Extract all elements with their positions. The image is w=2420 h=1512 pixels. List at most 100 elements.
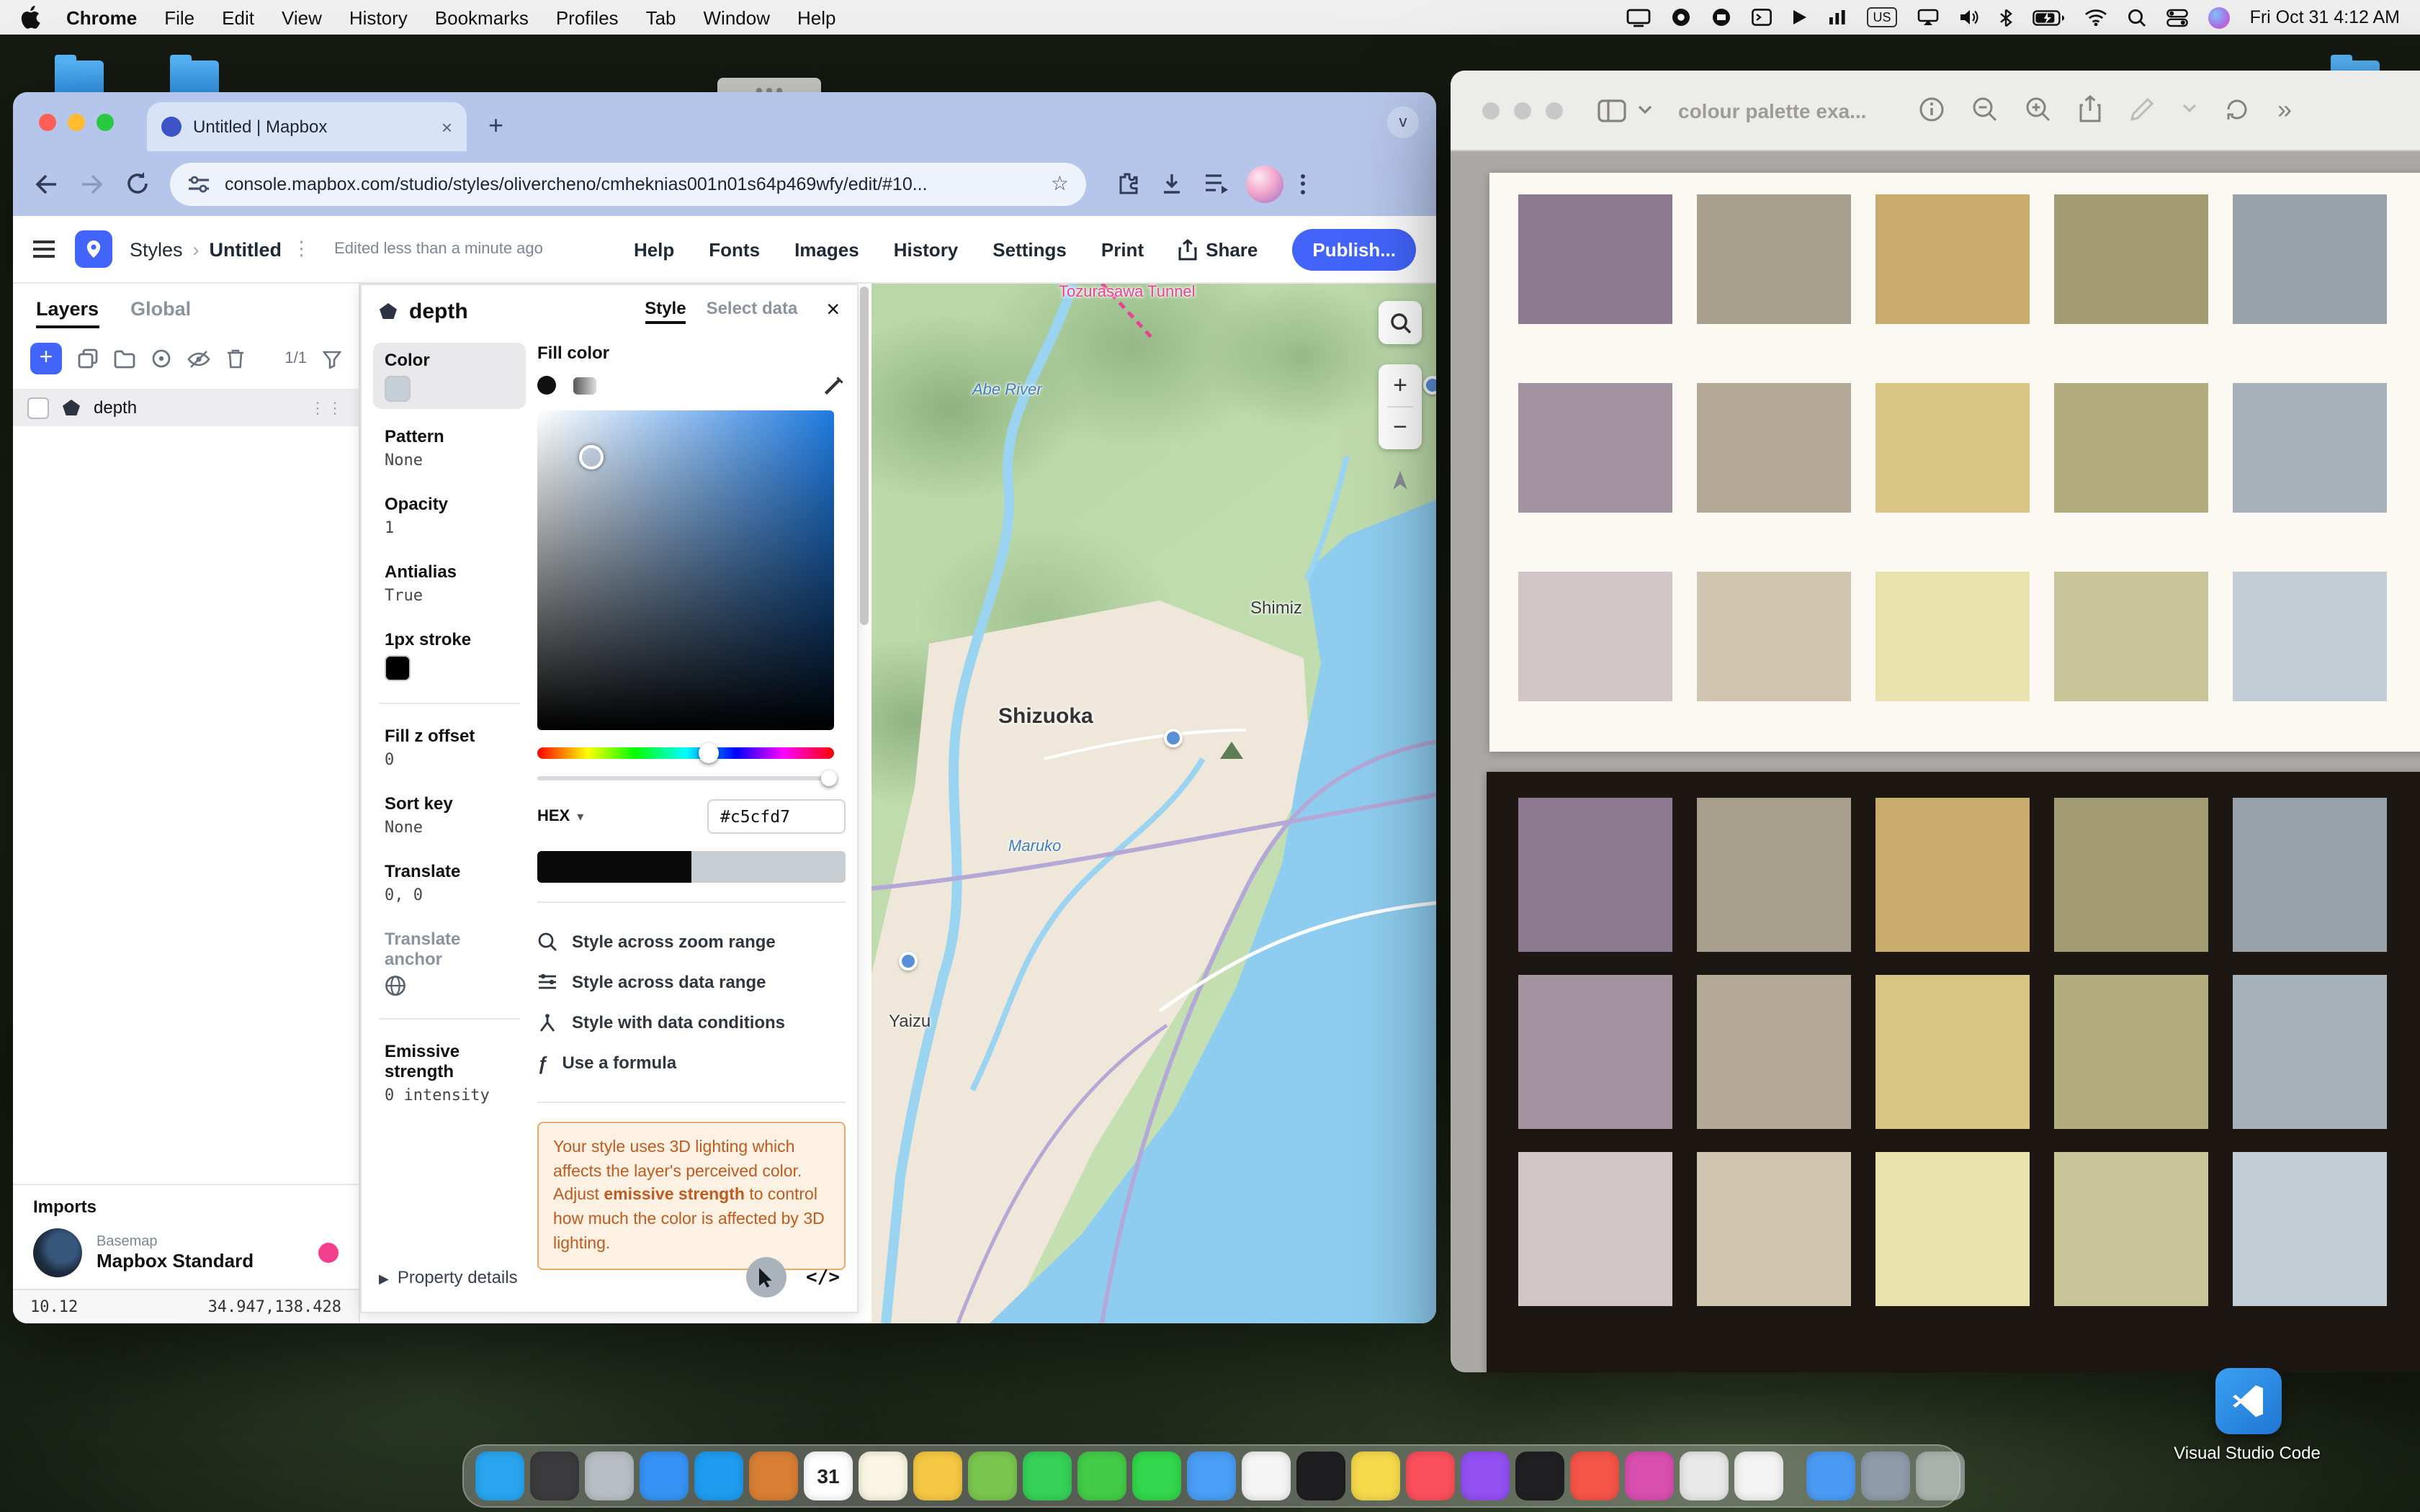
- saturation-brightness-picker[interactable]: [537, 410, 834, 730]
- panel-tab-select-data[interactable]: Select data: [707, 298, 798, 324]
- more-tools-icon[interactable]: »: [2277, 99, 2292, 119]
- dock-icon-finder[interactable]: [475, 1452, 524, 1500]
- downloads-icon[interactable]: [1160, 171, 1184, 196]
- drag-handle-icon[interactable]: ⋮⋮: [310, 398, 344, 417]
- info-icon[interactable]: [1919, 96, 1945, 122]
- sidebar-toggle-icon[interactable]: [1597, 99, 1626, 122]
- volume-icon[interactable]: [1959, 9, 1979, 26]
- nav-menu-item[interactable]: Print: [1101, 238, 1144, 260]
- breadcrumb-styles[interactable]: Styles: [130, 238, 183, 260]
- hamburger-menu-icon[interactable]: [33, 240, 55, 258]
- keyboard-input-badge[interactable]: US: [1868, 7, 1897, 27]
- prop-color[interactable]: Color: [373, 343, 526, 409]
- solid-color-mode-icon[interactable]: [537, 376, 556, 395]
- share-button[interactable]: Share: [1178, 238, 1258, 260]
- markup-pen-icon[interactable]: [2129, 96, 2155, 122]
- dock-icon-notes[interactable]: [859, 1452, 908, 1500]
- layer-checkbox[interactable]: [27, 397, 49, 418]
- dock-icon-downloads-folder[interactable]: [1806, 1452, 1855, 1500]
- basemap-status-dot[interactable]: [318, 1243, 339, 1263]
- delete-layer-trash-icon[interactable]: [226, 348, 245, 369]
- view-code-icon[interactable]: </>: [806, 1266, 840, 1288]
- panel-tab-style[interactable]: Style: [645, 298, 686, 324]
- close-window-button[interactable]: [39, 114, 56, 131]
- mapbox-logo[interactable]: [75, 230, 112, 268]
- prop-antialias[interactable]: Antialias True: [373, 554, 526, 612]
- map-zoom-control[interactable]: + −: [1379, 364, 1422, 449]
- menubar-item[interactable]: File: [164, 6, 194, 28]
- nav-menu-item[interactable]: Images: [794, 238, 859, 260]
- extensions-icon[interactable]: [1115, 171, 1139, 196]
- dock-icon-photos[interactable]: [1242, 1452, 1291, 1500]
- hue-slider[interactable]: [537, 747, 834, 759]
- layer-row-depth[interactable]: depth ⋮⋮: [13, 389, 359, 426]
- share-icon[interactable]: [2079, 95, 2102, 122]
- back-icon[interactable]: [33, 172, 59, 195]
- menubar-item[interactable]: Bookmarks: [435, 6, 529, 28]
- spotlight-search-icon[interactable]: [2128, 8, 2146, 27]
- nav-menu-item[interactable]: Settings: [992, 238, 1067, 260]
- airplay-icon[interactable]: [1917, 9, 1939, 26]
- menubar-item[interactable]: View: [282, 6, 322, 28]
- group-folder-icon[interactable]: [114, 349, 135, 368]
- dock-icon-maps[interactable]: [968, 1452, 1017, 1500]
- record-menu-icon[interactable]: [1672, 7, 1692, 27]
- menubar-item[interactable]: History: [349, 6, 408, 28]
- map-search-button[interactable]: [1379, 301, 1422, 344]
- prop-translate[interactable]: Translate 0, 0: [373, 854, 526, 912]
- tab-close-icon[interactable]: ×: [442, 116, 452, 138]
- tab-search-chevron-icon[interactable]: v: [1387, 107, 1419, 138]
- color-picker-cursor[interactable]: [579, 445, 604, 469]
- menubar-item[interactable]: Window: [704, 6, 771, 28]
- apple-menu-icon[interactable]: [20, 6, 40, 29]
- minimize-window-button[interactable]: [1514, 102, 1531, 119]
- minimize-window-button[interactable]: [68, 114, 85, 131]
- docker-menu-icon[interactable]: [1712, 7, 1732, 27]
- opacity-slider[interactable]: [537, 776, 834, 780]
- basemap-import-row[interactable]: Basemap Mapbox Standard: [33, 1228, 339, 1277]
- hex-value-input[interactable]: [707, 799, 846, 834]
- browser-tab[interactable]: Untitled | Mapbox ×: [147, 102, 467, 151]
- filter-funnel-icon[interactable]: [323, 349, 341, 368]
- tab-layers[interactable]: Layers: [36, 298, 99, 328]
- battery-icon[interactable]: [2033, 9, 2064, 25]
- dock-icon-files-stack[interactable]: [1861, 1452, 1910, 1500]
- menubar-clock[interactable]: Fri Oct 31 4:12 AM: [2250, 7, 2400, 27]
- dock-icon-mail[interactable]: [694, 1452, 743, 1500]
- new-tab-button[interactable]: +: [488, 111, 503, 140]
- dock-icon-books[interactable]: [749, 1452, 798, 1500]
- play-menu-icon[interactable]: [1793, 9, 1809, 26]
- terminal-menu-icon[interactable]: [1752, 9, 1773, 26]
- duplicate-layer-icon[interactable]: [78, 348, 98, 369]
- zoom-out-button[interactable]: −: [1393, 408, 1407, 448]
- reload-icon[interactable]: [125, 171, 150, 196]
- cursor-mode-button[interactable]: [745, 1257, 786, 1297]
- dock-icon-tv[interactable]: [1515, 1452, 1564, 1500]
- menubar-item[interactable]: Help: [797, 6, 836, 28]
- opacity-slider-handle[interactable]: [821, 770, 837, 786]
- property-details-toggle[interactable]: ▶Property details: [379, 1267, 518, 1287]
- eyedropper-icon[interactable]: [824, 374, 846, 396]
- forward-icon[interactable]: [79, 172, 105, 195]
- dock-icon-calendar[interactable]: 31: [804, 1452, 853, 1500]
- map-poi-marker[interactable]: [899, 952, 918, 971]
- publish-button[interactable]: Publish...: [1292, 228, 1416, 270]
- dock-icon-music[interactable]: [1406, 1452, 1455, 1500]
- prop-pattern[interactable]: Pattern None: [373, 419, 526, 477]
- dock-icon-safari[interactable]: [640, 1452, 689, 1500]
- siri-icon[interactable]: [2208, 6, 2230, 28]
- use-a-formula-button[interactable]: ƒ Use a formula: [537, 1043, 846, 1083]
- sidebar-chevron-icon[interactable]: [1638, 105, 1652, 115]
- dock-icon-contacts[interactable]: [913, 1452, 962, 1500]
- prop-sort-key[interactable]: Sort key None: [373, 786, 526, 844]
- close-window-button[interactable]: [1482, 102, 1500, 119]
- fullscreen-window-button[interactable]: [1546, 102, 1563, 119]
- browser-menu-kebab-icon[interactable]: [1301, 174, 1305, 194]
- map-poi-marker[interactable]: [1164, 729, 1183, 747]
- vscode-desktop-icon[interactable]: [2215, 1368, 2282, 1434]
- gradient-mode-icon[interactable]: [573, 377, 596, 394]
- control-center-icon[interactable]: [2166, 8, 2188, 27]
- dock-icon-stickies[interactable]: [1351, 1452, 1400, 1500]
- dock-icon-facetime[interactable]: [1132, 1452, 1181, 1500]
- style-options-kebab-icon[interactable]: ⋮: [292, 238, 311, 261]
